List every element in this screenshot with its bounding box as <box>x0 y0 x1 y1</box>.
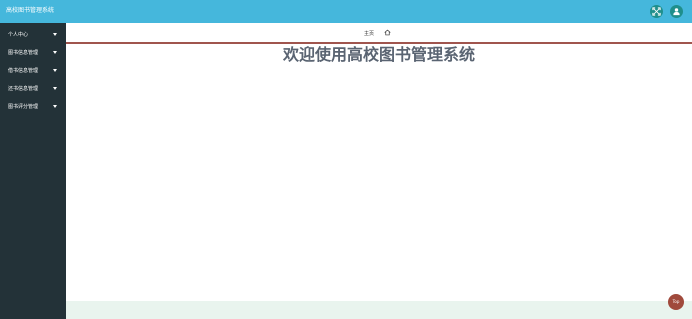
chevron-down-icon <box>53 105 57 108</box>
sidebar-item-borrow-info[interactable]: 借书信息管理 <box>0 62 66 80</box>
chevron-down-icon <box>53 33 57 36</box>
home-icon[interactable] <box>384 29 391 36</box>
chevron-down-icon <box>53 87 57 90</box>
chevron-down-icon <box>53 51 57 54</box>
user-button[interactable] <box>670 5 683 18</box>
fullscreen-button[interactable] <box>650 5 663 18</box>
sidebar-item-book-rating[interactable]: 图书评分管理 <box>0 98 66 116</box>
sidebar-item-label: 还书信息管理 <box>8 86 39 92</box>
sidebar-item-personal-center[interactable]: 个人中心 <box>0 26 66 44</box>
footer-strip <box>66 301 692 319</box>
app-title: 高校图书管理系统 <box>6 7 55 14</box>
welcome-heading: 欢迎使用高校图书管理系统 <box>282 45 475 64</box>
sidebar: 个人中心 图书信息管理 借书信息管理 还书信息管理 图书评分管理 <box>0 23 66 319</box>
user-icon <box>673 8 680 16</box>
sidebar-item-book-info[interactable]: 图书信息管理 <box>0 44 66 62</box>
breadcrumb-home-link[interactable]: 主页 <box>364 30 374 37</box>
breadcrumb: 主页 <box>66 23 692 44</box>
sidebar-item-label: 借书信息管理 <box>8 68 39 74</box>
back-to-top-button[interactable]: Top <box>668 294 684 310</box>
top-header: 高校图书管理系统 <box>0 0 692 23</box>
chevron-down-icon <box>53 69 57 72</box>
main-content: 欢迎使用高校图书管理系统 <box>66 44 692 319</box>
sidebar-item-label: 图书评分管理 <box>8 104 39 110</box>
sidebar-item-return-info[interactable]: 还书信息管理 <box>0 80 66 98</box>
sidebar-item-label: 图书信息管理 <box>8 50 39 56</box>
app-root: 高校图书管理系统 个人中心 图书信息管理 借书信息管理 还书信息管理 图书评分管… <box>0 0 692 319</box>
fullscreen-icon <box>652 7 661 16</box>
sidebar-item-label: 个人中心 <box>8 32 29 38</box>
